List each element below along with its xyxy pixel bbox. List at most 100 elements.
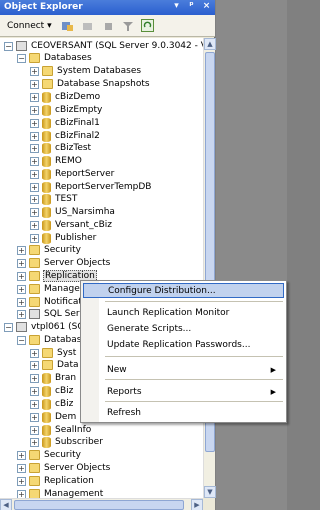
expand-icon[interactable]: +	[30, 143, 39, 153]
tree-item[interactable]: + Bran	[30, 372, 77, 384]
disconnect-icon[interactable]	[81, 19, 95, 33]
tree-item[interactable]: + Security	[17, 449, 82, 461]
expand-icon[interactable]: +	[30, 386, 39, 396]
expand-icon[interactable]: +	[17, 309, 26, 319]
tree-item[interactable]: + US_Narsimha	[30, 206, 116, 218]
expand-icon[interactable]: +	[30, 399, 39, 409]
collapse-icon[interactable]: −	[17, 53, 26, 63]
connect-button[interactable]: Connect ▾	[4, 19, 55, 33]
expand-icon[interactable]: +	[30, 233, 39, 243]
expand-icon[interactable]: +	[30, 360, 39, 370]
tree-item[interactable]: + Manage	[17, 283, 81, 295]
tree-item[interactable]: + Dem	[30, 411, 77, 423]
expand-icon[interactable]: +	[30, 348, 39, 358]
expand-icon[interactable]: +	[30, 156, 39, 166]
expand-icon[interactable]: +	[17, 245, 26, 255]
folder-icon	[29, 53, 40, 63]
expand-icon[interactable]: +	[30, 207, 39, 217]
tree-item[interactable]: + cBiz	[30, 398, 74, 410]
expand-icon[interactable]: +	[17, 284, 26, 294]
tree-item[interactable]: + Publisher	[30, 232, 97, 244]
tree-item[interactable]: + cBizFinal2	[30, 130, 101, 142]
expand-icon[interactable]: +	[17, 258, 26, 268]
menu-item-new[interactable]: New ▶	[83, 362, 284, 377]
tree-item[interactable]: + Server Objects	[17, 257, 111, 269]
expand-icon[interactable]: +	[17, 463, 26, 473]
tree-item-label: Security	[44, 245, 81, 255]
tree-item[interactable]: − Databas	[17, 334, 82, 346]
collapse-icon[interactable]: −	[17, 335, 26, 345]
expand-icon[interactable]: +	[30, 169, 39, 179]
scroll-left-icon[interactable]: ◀	[0, 499, 12, 510]
scroll-right-icon[interactable]: ▶	[191, 499, 203, 510]
scroll-up-icon[interactable]: ▲	[204, 38, 216, 50]
stop-icon[interactable]	[101, 19, 115, 33]
tree-item[interactable]: + TEST	[30, 193, 78, 205]
menu-item-reports[interactable]: Reports ▶	[83, 384, 284, 399]
scroll-down-icon[interactable]: ▼	[204, 486, 216, 498]
expand-icon[interactable]: +	[30, 194, 39, 204]
menu-item-update-replication-passwords[interactable]: Update Replication Passwords...	[83, 337, 284, 352]
menu-item-launch-replication-monitor[interactable]: Launch Replication Monitor	[83, 305, 284, 320]
expand-icon[interactable]: +	[30, 220, 39, 230]
expand-icon[interactable]: +	[30, 92, 39, 102]
expand-icon[interactable]: +	[30, 118, 39, 128]
tree-item[interactable]: + cBiz	[30, 385, 74, 397]
tree-item[interactable]: + System Databases	[30, 65, 142, 77]
tree-item[interactable]: + cBizTest	[30, 142, 92, 154]
collapse-icon[interactable]: −	[4, 41, 13, 51]
pin-icon[interactable]: ᵖ	[186, 1, 197, 11]
tree-item[interactable]: + Notificat	[17, 296, 83, 308]
collapse-icon[interactable]: −	[4, 322, 13, 332]
tree-item[interactable]: + SQL Ser	[17, 308, 81, 320]
tree-item[interactable]: + Data	[30, 359, 80, 371]
tree-item[interactable]: − Databases	[17, 52, 93, 64]
expand-icon[interactable]: +	[30, 105, 39, 115]
expand-icon[interactable]: +	[30, 66, 39, 76]
window-position-icon[interactable]: ▾	[171, 1, 182, 11]
expand-icon[interactable]: +	[17, 476, 26, 486]
tree-item[interactable]: + Replication	[17, 475, 95, 487]
tree-item[interactable]: + cBizFinal1	[30, 117, 101, 129]
expand-icon[interactable]: +	[30, 79, 39, 89]
tree-item[interactable]: + Management	[17, 488, 104, 498]
submenu-arrow-icon: ▶	[270, 365, 276, 374]
tree-item[interactable]: + ReportServerTempDB	[30, 181, 152, 193]
expand-icon[interactable]: +	[17, 489, 26, 498]
tree-item[interactable]: + REMO	[30, 155, 83, 167]
expand-icon[interactable]: +	[30, 412, 39, 422]
tree-item[interactable]: − CEOVERSANT (SQL Server 9.0.3042 - VERS	[4, 40, 203, 52]
menu-item-refresh[interactable]: Refresh	[83, 405, 284, 420]
expand-icon[interactable]: +	[30, 425, 39, 435]
horizontal-scroll-thumb[interactable]	[14, 500, 184, 510]
tree-item[interactable]: + Security	[17, 244, 82, 256]
database-icon	[42, 168, 51, 180]
horizontal-scrollbar[interactable]: ◀ ▶	[0, 498, 203, 510]
close-icon[interactable]: ×	[201, 1, 212, 11]
connect-object-icon[interactable]	[61, 19, 75, 33]
expand-icon[interactable]: +	[30, 437, 39, 447]
menu-item-generate-scripts[interactable]: Generate Scripts...	[83, 321, 284, 336]
vertical-scrollbar[interactable]: ▲ ▼	[203, 38, 216, 498]
menu-item-configure-distribution[interactable]: Configure Distribution...	[83, 283, 284, 298]
database-icon	[42, 181, 51, 193]
tree-item[interactable]: + Server Objects	[17, 462, 111, 474]
tree-item[interactable]: − vtpl061 (SQL	[4, 321, 90, 333]
tree-item[interactable]: + SealInfo	[30, 424, 92, 436]
tree-item[interactable]: + ReportServer	[30, 168, 115, 180]
tree-item[interactable]: + Syst	[30, 347, 77, 359]
expand-icon[interactable]: +	[17, 271, 26, 281]
tree-item[interactable]: + Database Snapshots	[30, 78, 151, 90]
refresh-icon[interactable]	[141, 19, 155, 33]
tree-item[interactable]: + Subscriber	[30, 436, 104, 448]
expand-icon[interactable]: +	[30, 131, 39, 141]
tree-item-label: REMO	[55, 156, 82, 166]
tree-item[interactable]: + Versant_cBiz	[30, 219, 113, 231]
tree-item[interactable]: + cBizDemo	[30, 91, 101, 103]
expand-icon[interactable]: +	[17, 297, 26, 307]
filter-icon[interactable]	[121, 19, 135, 33]
expand-icon[interactable]: +	[17, 450, 26, 460]
tree-item[interactable]: + cBizEmpty	[30, 104, 103, 116]
expand-icon[interactable]: +	[30, 373, 39, 383]
expand-icon[interactable]: +	[30, 182, 39, 192]
